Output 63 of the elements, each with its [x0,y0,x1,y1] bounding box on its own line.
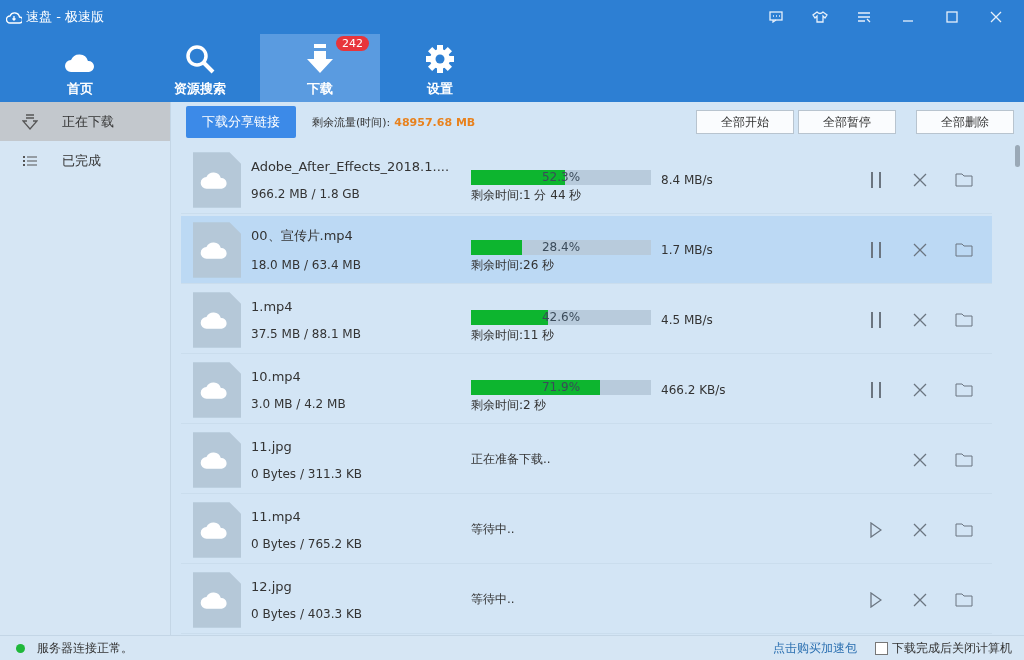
download-icon [307,44,333,74]
toolbar-button[interactable]: 全部暂停 [798,110,896,134]
list-icon [22,153,38,168]
nav-tab[interactable]: 设置 [380,34,500,102]
speed-text: 8.4 MB/s [661,172,714,187]
buy-link[interactable]: 点击购买加速包 [773,639,857,657]
file-icon [193,221,241,278]
file-size: 3.0 MB / 4.2 MB [251,396,347,411]
download-row[interactable]: 11.jpg 0 Bytes / 311.3 KB 正在准备下载.. [181,426,992,494]
file-name: 11.jpg [251,438,293,454]
cloud-icon [6,10,22,24]
speed-text: 4.5 MB/s [661,312,714,327]
quota-value: 48957.68 MB [394,115,477,129]
download-row[interactable]: 11.mp4 0 Bytes / 765.2 KB 等待中.. [181,496,992,564]
count-badge: 242 [336,36,369,51]
download-row[interactable]: 10.mp4 3.0 MB / 4.2 MB 71.9% 剩余时间:2 秒 466.2 KB/s [181,356,992,424]
percent-text: 28.4% [540,239,582,255]
status-text: 等待中.. [471,521,516,538]
file-name: 11.mp4 [251,508,302,524]
remaining-time: 剩余时间:26 秒 [471,256,556,274]
download-icon [22,113,38,130]
file-size: 0 Bytes / 765.2 KB [251,536,364,551]
quota-label: 剩余流量(时间): [312,114,391,130]
sidebar-item[interactable]: 已完成 [0,141,170,180]
nav-tab[interactable]: 下载 242 [260,34,380,102]
connection-status: 服务器连接正常。 [37,639,133,657]
file-name: Adobe_After_Effects_2018.1.... [251,158,451,174]
file-size: 966.2 MB / 1.8 GB [251,186,361,201]
download-row[interactable]: 00、宣传片.mp4 18.0 MB / 63.4 MB 28.4% 剩余时间:26 秒 1.7 MB/s [181,216,992,284]
remaining-time: 剩余时间:2 秒 [471,396,548,414]
file-name: 1.mp4 [251,298,294,314]
share-link-button[interactable]: 下载分享链接 [186,106,296,138]
search-icon [185,44,215,74]
file-icon [193,571,241,628]
remaining-time: 剩余时间:1 分 44 秒 [471,186,583,204]
shutdown-checkbox[interactable]: 下载完成后关闭计算机 [875,639,1012,657]
speed-text: 466.2 KB/s [661,382,727,397]
download-row[interactable]: 12.jpg 0 Bytes / 403.3 KB 等待中.. [181,566,992,634]
file-size: 37.5 MB / 88.1 MB [251,326,362,341]
nav-tab[interactable]: 资源搜索 [140,34,260,102]
scrollbar-thumb[interactable] [1014,145,1020,167]
gear-icon [425,44,455,74]
file-icon [193,501,241,558]
nav-tab[interactable]: 首页 [20,34,140,102]
file-name: 10.mp4 [251,368,302,384]
speed-text: 1.7 MB/s [661,242,714,257]
file-name: 00、宣传片.mp4 [251,227,354,245]
remaining-time: 剩余时间:11 秒 [471,326,556,344]
file-icon [193,361,241,418]
toolbar-button[interactable]: 全部删除 [916,110,1014,134]
window-title: 速盘 - 极速版 [26,8,105,26]
sidebar-item[interactable]: 正在下载 [0,102,170,141]
file-icon [193,151,241,208]
status-text: 等待中.. [471,591,516,608]
file-size: 0 Bytes / 403.3 KB [251,606,364,621]
file-name: 12.jpg [251,578,293,594]
file-icon [193,431,241,488]
toolbar-button[interactable]: 全部开始 [696,110,794,134]
file-size: 0 Bytes / 311.3 KB [251,466,364,481]
file-icon [193,291,241,348]
status-text: 正在准备下载.. [471,451,552,468]
file-size: 18.0 MB / 63.4 MB [251,258,362,272]
percent-text: 71.9% [540,379,582,395]
